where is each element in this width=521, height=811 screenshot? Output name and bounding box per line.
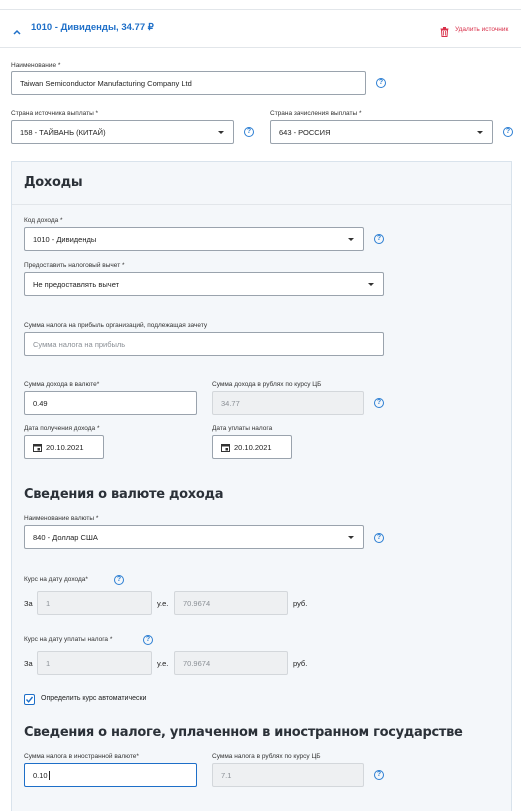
question-circle-icon[interactable]: ? (376, 78, 386, 88)
chevron-down-icon (477, 131, 483, 134)
date-income-input[interactable]: 20.10.2021 (24, 435, 104, 459)
foreign-tax-rub-label: Сумма налога в рублях по курсу ЦБ (212, 753, 321, 760)
rate-tax-label: Курс на дату уплаты налога * (24, 636, 113, 643)
delete-source-button[interactable]: Удалить источник (440, 24, 509, 37)
date-tax-value: 20.10.2021 (234, 442, 272, 452)
text-cursor (48, 770, 50, 780)
rate-income-units-input[interactable]: 1 (37, 591, 152, 615)
income-divider (12, 204, 511, 205)
delete-source-label: Удалить источник (455, 25, 509, 33)
deduction-value: Не предоставлять вычет (33, 279, 120, 289)
rate-income-ue: у.е. (157, 599, 169, 608)
amount-rub-label: Сумма дохода в рублях по курсу ЦБ (212, 381, 322, 388)
income-code-select[interactable]: 1010 - Дивиденды (24, 227, 364, 251)
chevron-down-icon (348, 536, 354, 539)
profit-tax-label: Сумма налога на прибыль организаций, под… (24, 322, 208, 329)
question-circle-icon[interactable]: ? (374, 234, 384, 244)
rate-income-value-input[interactable]: 70.9674 (174, 591, 288, 615)
rate-income-label: Курс на дату дохода* (24, 576, 88, 583)
date-income-label: Дата получения дохода * (24, 425, 100, 432)
rate-tax-rub: руб. (293, 659, 308, 668)
rate-income-za: За (24, 599, 33, 608)
header-divider (0, 47, 521, 48)
foreign-tax-cur-value: 0.10 (33, 770, 48, 780)
income-code-label: Код дохода * (24, 217, 63, 224)
credit-country-value: 643 - РОССИЯ (279, 127, 331, 137)
auto-rate-checkbox[interactable] (24, 694, 35, 705)
date-tax-input[interactable]: 20.10.2021 (212, 435, 292, 459)
deduction-select[interactable]: Не предоставлять вычет (24, 272, 384, 296)
question-circle-icon[interactable]: ? (244, 127, 254, 137)
source-country-value: 158 - ТАЙВАНЬ (КИТАЙ) (20, 127, 106, 137)
checkbox-checked-icon (25, 696, 34, 703)
amount-currency-input[interactable]: 0.49 (24, 391, 197, 415)
income-code-value: 1010 - Дивиденды (33, 234, 97, 244)
foreign-tax-cur-input[interactable]: 0.10 (24, 763, 197, 787)
question-circle-icon[interactable]: ? (374, 398, 384, 408)
collapse-icon[interactable] (12, 24, 22, 35)
chevron-down-icon (368, 283, 374, 286)
top-divider (0, 9, 521, 10)
rate-tax-ue: у.е. (157, 659, 169, 668)
chevron-down-icon (218, 131, 224, 134)
foreign-tax-rub-input[interactable]: 7.1 (212, 763, 364, 787)
credit-country-select[interactable]: 643 - РОССИЯ (270, 120, 493, 144)
rate-income-rub: руб. (293, 599, 308, 608)
question-circle-icon[interactable]: ? (503, 127, 513, 137)
calendar-icon (221, 443, 230, 452)
currency-section-title: Сведения о валюте дохода (24, 487, 224, 502)
question-circle-icon[interactable]: ? (374, 533, 384, 543)
rate-tax-za: За (24, 659, 33, 668)
currency-select[interactable]: 840 - Доллар США (24, 525, 364, 549)
question-circle-icon[interactable]: ? (114, 575, 124, 585)
chevron-down-icon (348, 238, 354, 241)
question-circle-icon[interactable]: ? (374, 770, 384, 780)
auto-rate-label[interactable]: Определить курс автоматически (41, 695, 146, 702)
source-country-label: Страна источника выплаты * (11, 110, 99, 117)
currency-value: 840 - Доллар США (33, 532, 98, 542)
amount-currency-label: Сумма дохода в валюте* (24, 381, 100, 388)
currency-name-label: Наименование валюты * (24, 515, 99, 522)
rate-tax-value-input[interactable]: 70.9674 (174, 651, 288, 675)
calendar-icon (33, 443, 42, 452)
rate-tax-units-input[interactable]: 1 (37, 651, 152, 675)
foreign-tax-cur-label: Сумма налога в иностранной валюте* (24, 753, 139, 760)
date-tax-label: Дата уплаты налога (212, 425, 273, 432)
deduction-label: Предоставить налоговый вычет * (24, 262, 125, 269)
question-circle-icon[interactable]: ? (143, 635, 153, 645)
source-country-select[interactable]: 158 - ТАЙВАНЬ (КИТАЙ) (11, 120, 234, 144)
trash-icon (440, 24, 449, 37)
source-title[interactable]: 1010 - Дивиденды, 34.77 ₽ (31, 22, 154, 33)
date-income-value: 20.10.2021 (46, 442, 84, 452)
amount-rub-input[interactable]: 34.77 (212, 391, 364, 415)
credit-country-label: Страна зачисления выплаты * (270, 110, 362, 117)
income-panel (11, 161, 512, 811)
income-section-title: Доходы (24, 175, 83, 190)
source-name-label: Наименование * (11, 62, 61, 69)
profit-tax-input[interactable]: Сумма налога на прибыль (24, 332, 384, 356)
foreign-tax-section-title: Сведения о налоге, уплаченном в иностран… (24, 725, 463, 740)
source-name-input[interactable]: Taiwan Semiconductor Manufacturing Compa… (11, 71, 366, 95)
